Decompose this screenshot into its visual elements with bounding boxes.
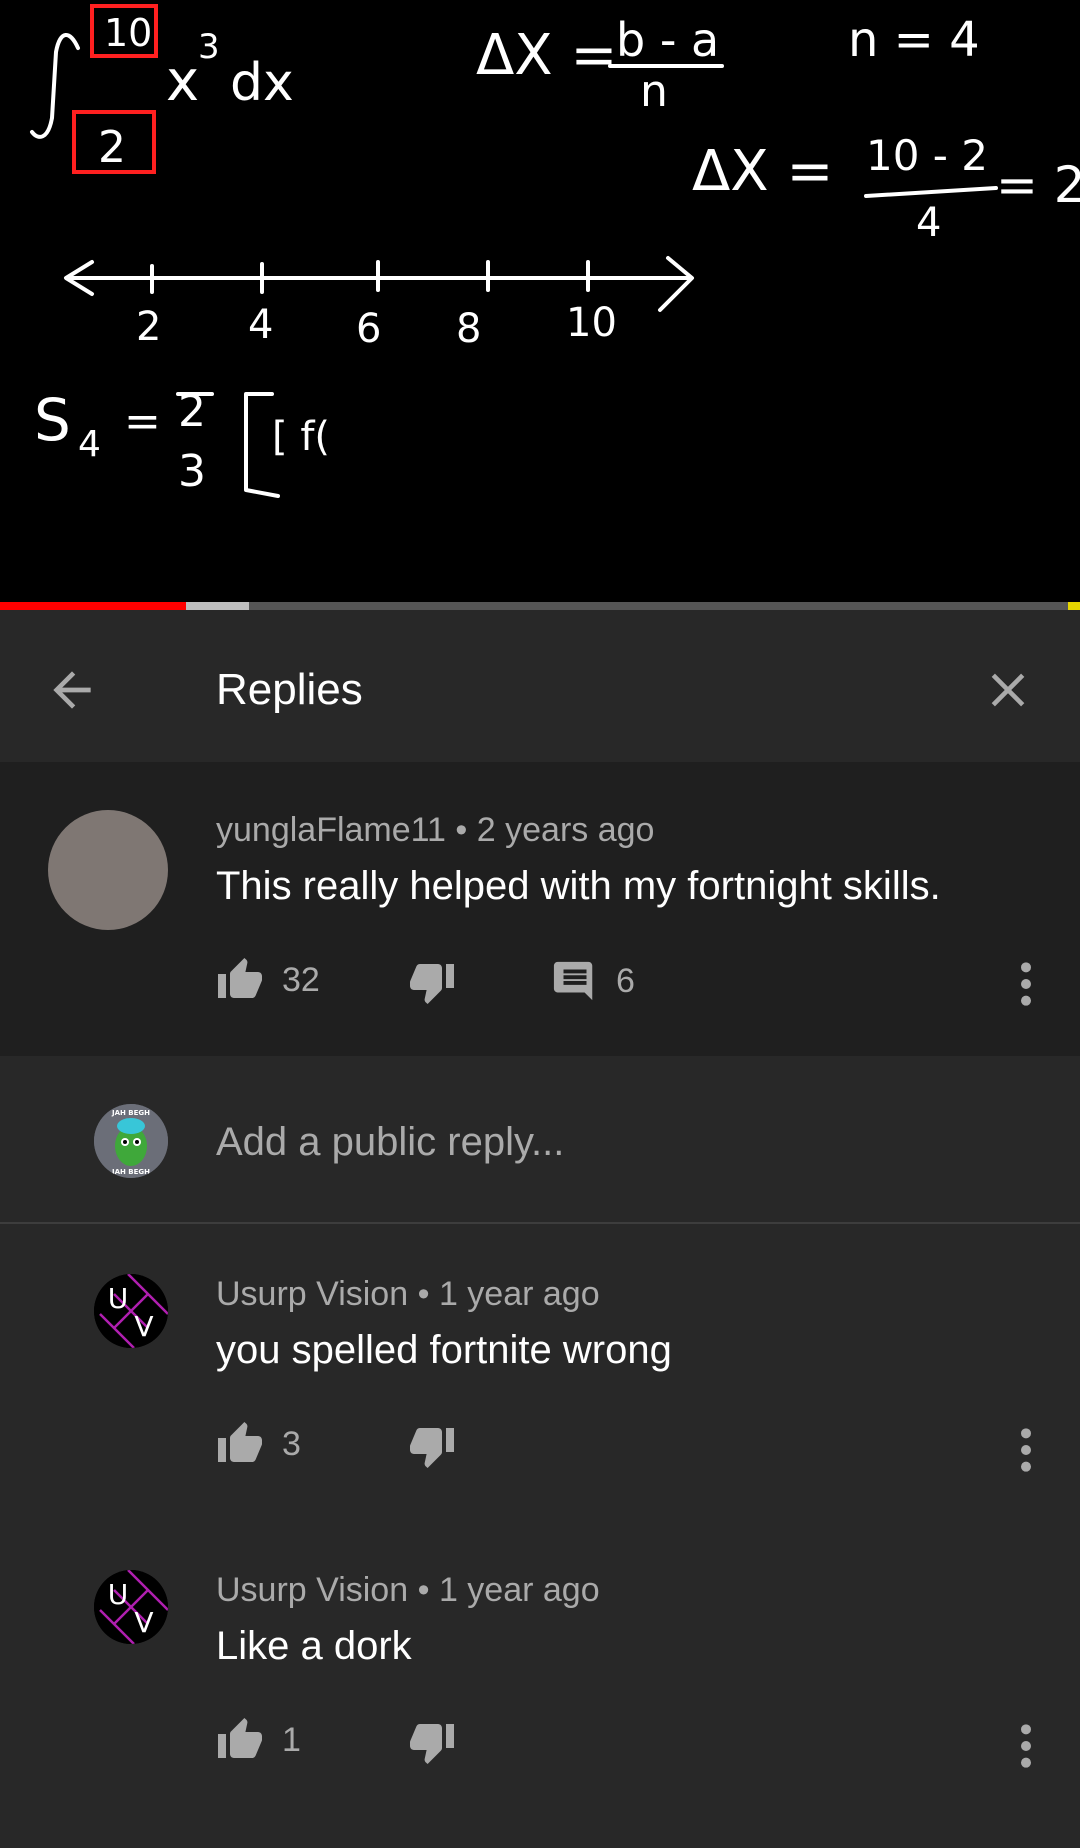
- n-value: n = 4: [848, 12, 980, 68]
- thumb-down-icon: [410, 1428, 454, 1468]
- like-button[interactable]: 32: [216, 956, 320, 1004]
- whiteboard-math: 10 2 x 3 dx ΔX = b - a n n = 4 ΔX = 10 -…: [30, 4, 1080, 498]
- add-reply-bar: JAH BEGH JAH BEGH Add a public reply...: [0, 1056, 1080, 1224]
- reply-input[interactable]: Add a public reply...: [216, 1118, 564, 1166]
- thumb-up-icon: [218, 958, 262, 998]
- like-count: 3: [282, 1425, 301, 1463]
- comment-meta: Usurp Vision • 1 year ago: [216, 1570, 600, 1610]
- my-avatar: JAH BEGH JAH BEGH: [94, 1104, 168, 1178]
- comment-text: This really helped with my fortnight ski…: [216, 864, 941, 908]
- more-options-button[interactable]: [1006, 954, 1046, 1014]
- exponent: 3: [198, 27, 220, 67]
- delta-x-label: ΔX =: [476, 23, 617, 88]
- page-title: Replies: [216, 665, 363, 714]
- s4-equals: =: [124, 396, 161, 447]
- svg-text:JAH BEGH: JAH BEGH: [111, 1109, 150, 1117]
- delta-x-calc-label: ΔX =: [692, 139, 833, 204]
- thumb-down-icon: [410, 1724, 454, 1764]
- number-line-right-arrow: [658, 256, 694, 312]
- comment-meta: yunglaFlame11 • 2 years ago: [216, 810, 654, 850]
- s4-subscript: 4: [78, 424, 101, 465]
- s4-symbol: S: [34, 386, 71, 454]
- arrow-left-icon: [53, 671, 91, 709]
- more-vert-icon: [1021, 1724, 1031, 1768]
- more-options-button[interactable]: [1006, 1420, 1046, 1480]
- thumb-down-icon: [410, 964, 454, 1004]
- dx: dx: [230, 53, 294, 113]
- meta-separator: •: [455, 811, 477, 849]
- comment-author[interactable]: Usurp Vision: [216, 1571, 408, 1609]
- reply-item: U V Usurp Vision • 1 year ago you spelle…: [0, 1226, 1080, 1522]
- avatar[interactable]: U V: [94, 1274, 168, 1348]
- reply-count: 6: [616, 962, 635, 1000]
- comment-author[interactable]: yunglaFlame11: [216, 811, 446, 849]
- replies-header: Replies: [0, 610, 1080, 762]
- usurp-vision-avatar-icon: U V: [94, 1274, 168, 1348]
- comment-time: 1 year ago: [438, 1275, 600, 1313]
- more-vert-icon: [1021, 1428, 1031, 1472]
- svg-text:U: U: [108, 1282, 129, 1315]
- delta-x-numerator: b - a: [616, 13, 719, 67]
- s4-bracket-start: [ f(: [272, 414, 330, 460]
- thumb-up-icon: [218, 1718, 262, 1758]
- tick-label: 2: [136, 304, 161, 350]
- meta-separator: •: [417, 1571, 439, 1609]
- comment-text: you spelled fortnite wrong: [216, 1328, 672, 1372]
- like-button[interactable]: 3: [216, 1420, 301, 1468]
- svg-text:U: U: [108, 1578, 129, 1611]
- close-button[interactable]: [980, 662, 1036, 718]
- comment-author[interactable]: Usurp Vision: [216, 1275, 408, 1313]
- svg-text:V: V: [134, 1310, 153, 1343]
- progress-played: [0, 602, 186, 610]
- back-button[interactable]: [44, 662, 100, 718]
- more-vert-icon: [1021, 962, 1031, 1006]
- svg-text:JAH BEGH: JAH BEGH: [111, 1168, 150, 1176]
- top-comment: yunglaFlame11 • 2 years ago This really …: [0, 762, 1080, 1056]
- integrand: x: [166, 49, 199, 114]
- comment-time: 2 years ago: [476, 811, 655, 849]
- comment-text: Like a dork: [216, 1624, 412, 1668]
- tick-label: 4: [248, 302, 273, 348]
- tick-label: 10: [566, 300, 617, 346]
- like-count: 32: [282, 961, 320, 999]
- dislike-button[interactable]: [408, 1422, 456, 1470]
- avatar[interactable]: U V: [94, 1570, 168, 1644]
- video-player[interactable]: 10 2 x 3 dx ΔX = b - a n n = 4 ΔX = 10 -…: [0, 0, 1080, 602]
- comment-time: 1 year ago: [438, 1571, 600, 1609]
- comment-icon: [553, 961, 593, 1001]
- thumb-up-icon: [218, 1422, 262, 1462]
- reply-item: U V Usurp Vision • 1 year ago Like a dor…: [0, 1520, 1080, 1816]
- lower-limit: 2: [98, 122, 126, 173]
- close-icon: [991, 673, 1025, 707]
- jah-begh-avatar-icon: JAH BEGH JAH BEGH: [94, 1104, 168, 1178]
- comment-meta: Usurp Vision • 1 year ago: [216, 1274, 600, 1314]
- usurp-vision-avatar-icon: U V: [94, 1570, 168, 1644]
- delta-x-calc-numerator: 10 - 2: [866, 131, 988, 180]
- tick-label: 6: [356, 306, 381, 352]
- reply-count-button[interactable]: 6: [552, 958, 635, 1004]
- dislike-button[interactable]: [408, 1718, 456, 1766]
- delta-x-result: = 2: [996, 156, 1080, 214]
- video-progress-bar[interactable]: [0, 602, 1080, 610]
- delta-x-calc-denominator: 4: [916, 200, 941, 246]
- like-button[interactable]: 1: [216, 1716, 301, 1764]
- svg-text:V: V: [134, 1606, 153, 1639]
- meta-separator: •: [417, 1275, 439, 1313]
- s4-fraction-denominator: 3: [178, 446, 206, 497]
- dislike-button[interactable]: [408, 958, 456, 1006]
- integral-sign: [30, 33, 80, 139]
- s4-fraction-numerator: 2: [178, 386, 206, 437]
- upper-limit: 10: [104, 11, 152, 55]
- like-count: 1: [282, 1721, 301, 1759]
- more-options-button[interactable]: [1006, 1716, 1046, 1776]
- progress-end-marker: [1068, 602, 1080, 610]
- avatar[interactable]: [48, 810, 168, 930]
- tick-label: 8: [456, 306, 481, 352]
- delta-x-denominator: n: [640, 66, 668, 117]
